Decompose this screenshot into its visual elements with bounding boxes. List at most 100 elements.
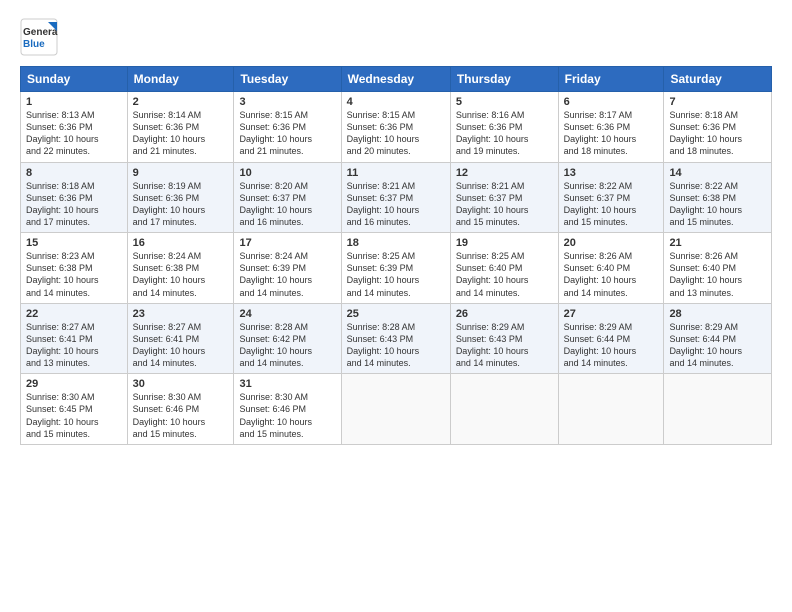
logo-svg: GeneralBlue [20, 18, 58, 56]
day-number: 18 [347, 237, 445, 249]
calendar-cell: 6Sunrise: 8:17 AM Sunset: 6:36 PM Daylig… [558, 92, 664, 163]
calendar-week-5: 29Sunrise: 8:30 AM Sunset: 6:45 PM Dayli… [21, 374, 772, 445]
cell-info: Sunrise: 8:20 AM Sunset: 6:37 PM Dayligh… [239, 180, 335, 229]
header: GeneralBlue [20, 18, 772, 56]
day-number: 12 [456, 167, 553, 179]
cell-info: Sunrise: 8:19 AM Sunset: 6:36 PM Dayligh… [133, 180, 229, 229]
calendar-week-3: 15Sunrise: 8:23 AM Sunset: 6:38 PM Dayli… [21, 233, 772, 304]
calendar-cell: 11Sunrise: 8:21 AM Sunset: 6:37 PM Dayli… [341, 162, 450, 233]
day-number: 2 [133, 96, 229, 108]
calendar-cell: 10Sunrise: 8:20 AM Sunset: 6:37 PM Dayli… [234, 162, 341, 233]
calendar-cell: 7Sunrise: 8:18 AM Sunset: 6:36 PM Daylig… [664, 92, 772, 163]
day-number: 23 [133, 308, 229, 320]
calendar-cell [664, 374, 772, 445]
calendar-cell [341, 374, 450, 445]
cell-info: Sunrise: 8:21 AM Sunset: 6:37 PM Dayligh… [456, 180, 553, 229]
calendar-cell: 29Sunrise: 8:30 AM Sunset: 6:45 PM Dayli… [21, 374, 128, 445]
cell-info: Sunrise: 8:18 AM Sunset: 6:36 PM Dayligh… [26, 180, 122, 229]
cell-info: Sunrise: 8:13 AM Sunset: 6:36 PM Dayligh… [26, 109, 122, 158]
cell-info: Sunrise: 8:30 AM Sunset: 6:46 PM Dayligh… [133, 391, 229, 440]
cell-info: Sunrise: 8:30 AM Sunset: 6:46 PM Dayligh… [239, 391, 335, 440]
day-number: 21 [669, 237, 766, 249]
calendar-week-2: 8Sunrise: 8:18 AM Sunset: 6:36 PM Daylig… [21, 162, 772, 233]
calendar-week-4: 22Sunrise: 8:27 AM Sunset: 6:41 PM Dayli… [21, 303, 772, 374]
day-number: 15 [26, 237, 122, 249]
calendar-table: SundayMondayTuesdayWednesdayThursdayFrid… [20, 66, 772, 445]
calendar-cell [450, 374, 558, 445]
page: GeneralBlue SundayMondayTuesdayWednesday… [0, 0, 792, 612]
day-number: 17 [239, 237, 335, 249]
day-header-thursday: Thursday [450, 67, 558, 92]
svg-text:General: General [23, 27, 58, 38]
calendar-cell: 26Sunrise: 8:29 AM Sunset: 6:43 PM Dayli… [450, 303, 558, 374]
calendar-body: 1Sunrise: 8:13 AM Sunset: 6:36 PM Daylig… [21, 92, 772, 445]
calendar-cell: 12Sunrise: 8:21 AM Sunset: 6:37 PM Dayli… [450, 162, 558, 233]
calendar-cell: 24Sunrise: 8:28 AM Sunset: 6:42 PM Dayli… [234, 303, 341, 374]
cell-info: Sunrise: 8:23 AM Sunset: 6:38 PM Dayligh… [26, 250, 122, 299]
day-number: 31 [239, 378, 335, 390]
calendar-cell: 17Sunrise: 8:24 AM Sunset: 6:39 PM Dayli… [234, 233, 341, 304]
calendar-cell: 14Sunrise: 8:22 AM Sunset: 6:38 PM Dayli… [664, 162, 772, 233]
cell-info: Sunrise: 8:28 AM Sunset: 6:43 PM Dayligh… [347, 321, 445, 370]
day-number: 1 [26, 96, 122, 108]
cell-info: Sunrise: 8:24 AM Sunset: 6:39 PM Dayligh… [239, 250, 335, 299]
day-number: 13 [564, 167, 659, 179]
day-number: 4 [347, 96, 445, 108]
calendar-cell: 3Sunrise: 8:15 AM Sunset: 6:36 PM Daylig… [234, 92, 341, 163]
calendar-header-row: SundayMondayTuesdayWednesdayThursdayFrid… [21, 67, 772, 92]
day-header-friday: Friday [558, 67, 664, 92]
calendar-cell: 1Sunrise: 8:13 AM Sunset: 6:36 PM Daylig… [21, 92, 128, 163]
calendar-cell: 19Sunrise: 8:25 AM Sunset: 6:40 PM Dayli… [450, 233, 558, 304]
calendar-cell: 25Sunrise: 8:28 AM Sunset: 6:43 PM Dayli… [341, 303, 450, 374]
calendar-cell: 9Sunrise: 8:19 AM Sunset: 6:36 PM Daylig… [127, 162, 234, 233]
day-number: 3 [239, 96, 335, 108]
calendar-week-1: 1Sunrise: 8:13 AM Sunset: 6:36 PM Daylig… [21, 92, 772, 163]
calendar-cell: 13Sunrise: 8:22 AM Sunset: 6:37 PM Dayli… [558, 162, 664, 233]
calendar-cell: 8Sunrise: 8:18 AM Sunset: 6:36 PM Daylig… [21, 162, 128, 233]
svg-text:Blue: Blue [23, 39, 45, 50]
cell-info: Sunrise: 8:14 AM Sunset: 6:36 PM Dayligh… [133, 109, 229, 158]
day-header-saturday: Saturday [664, 67, 772, 92]
day-number: 30 [133, 378, 229, 390]
calendar-cell: 23Sunrise: 8:27 AM Sunset: 6:41 PM Dayli… [127, 303, 234, 374]
cell-info: Sunrise: 8:26 AM Sunset: 6:40 PM Dayligh… [669, 250, 766, 299]
day-number: 28 [669, 308, 766, 320]
day-number: 6 [564, 96, 659, 108]
day-number: 5 [456, 96, 553, 108]
logo: GeneralBlue [20, 18, 58, 56]
calendar-cell: 16Sunrise: 8:24 AM Sunset: 6:38 PM Dayli… [127, 233, 234, 304]
day-number: 7 [669, 96, 766, 108]
cell-info: Sunrise: 8:16 AM Sunset: 6:36 PM Dayligh… [456, 109, 553, 158]
day-number: 10 [239, 167, 335, 179]
calendar-cell: 27Sunrise: 8:29 AM Sunset: 6:44 PM Dayli… [558, 303, 664, 374]
day-number: 24 [239, 308, 335, 320]
day-header-sunday: Sunday [21, 67, 128, 92]
cell-info: Sunrise: 8:21 AM Sunset: 6:37 PM Dayligh… [347, 180, 445, 229]
cell-info: Sunrise: 8:27 AM Sunset: 6:41 PM Dayligh… [133, 321, 229, 370]
day-number: 14 [669, 167, 766, 179]
day-number: 25 [347, 308, 445, 320]
day-number: 20 [564, 237, 659, 249]
cell-info: Sunrise: 8:29 AM Sunset: 6:44 PM Dayligh… [564, 321, 659, 370]
day-number: 11 [347, 167, 445, 179]
cell-info: Sunrise: 8:29 AM Sunset: 6:44 PM Dayligh… [669, 321, 766, 370]
calendar-cell: 18Sunrise: 8:25 AM Sunset: 6:39 PM Dayli… [341, 233, 450, 304]
cell-info: Sunrise: 8:29 AM Sunset: 6:43 PM Dayligh… [456, 321, 553, 370]
day-number: 22 [26, 308, 122, 320]
cell-info: Sunrise: 8:25 AM Sunset: 6:39 PM Dayligh… [347, 250, 445, 299]
cell-info: Sunrise: 8:26 AM Sunset: 6:40 PM Dayligh… [564, 250, 659, 299]
day-number: 19 [456, 237, 553, 249]
cell-info: Sunrise: 8:27 AM Sunset: 6:41 PM Dayligh… [26, 321, 122, 370]
calendar-cell: 30Sunrise: 8:30 AM Sunset: 6:46 PM Dayli… [127, 374, 234, 445]
day-number: 29 [26, 378, 122, 390]
cell-info: Sunrise: 8:30 AM Sunset: 6:45 PM Dayligh… [26, 391, 122, 440]
day-number: 26 [456, 308, 553, 320]
cell-info: Sunrise: 8:22 AM Sunset: 6:37 PM Dayligh… [564, 180, 659, 229]
calendar-cell [558, 374, 664, 445]
calendar-cell: 5Sunrise: 8:16 AM Sunset: 6:36 PM Daylig… [450, 92, 558, 163]
day-header-tuesday: Tuesday [234, 67, 341, 92]
calendar-cell: 28Sunrise: 8:29 AM Sunset: 6:44 PM Dayli… [664, 303, 772, 374]
calendar-cell: 2Sunrise: 8:14 AM Sunset: 6:36 PM Daylig… [127, 92, 234, 163]
calendar-cell: 20Sunrise: 8:26 AM Sunset: 6:40 PM Dayli… [558, 233, 664, 304]
cell-info: Sunrise: 8:25 AM Sunset: 6:40 PM Dayligh… [456, 250, 553, 299]
